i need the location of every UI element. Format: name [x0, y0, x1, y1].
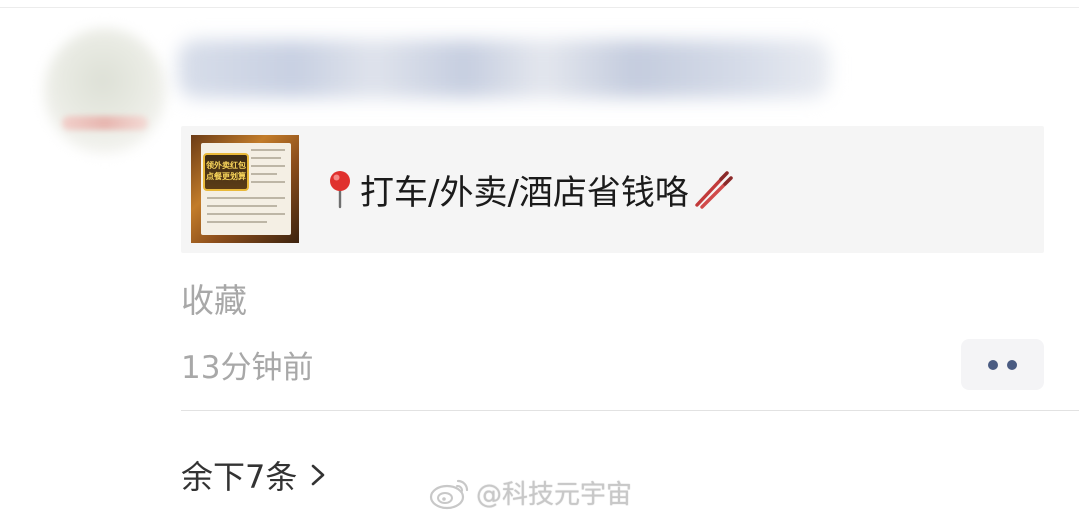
remaining-label: 余下7条: [181, 458, 298, 496]
author-name[interactable]: [178, 40, 830, 98]
chevron-right-icon: [312, 464, 325, 486]
avatar[interactable]: [44, 28, 166, 154]
timestamp: 13分钟前: [181, 350, 314, 386]
post-feed-item: 领外卖红包 点餐更划算 打车/外卖/酒店省钱咯 收藏 13分钟前 余下7条 @科…: [0, 0, 1079, 518]
more-icon: [988, 360, 998, 370]
show-remaining-replies-link[interactable]: 余下7条: [181, 452, 329, 498]
more-icon: [1007, 360, 1017, 370]
avatar-decoration: [62, 116, 148, 130]
thumbnail-badge: 领外卖红包 点餐更划算: [203, 153, 249, 191]
top-divider: [0, 7, 1079, 8]
attachment-card[interactable]: 领外卖红包 点餐更划算 打车/外卖/酒店省钱咯: [181, 126, 1044, 253]
watermark: @科技元宇宙: [428, 474, 632, 511]
attachment-thumbnail: 领外卖红包 点餐更划算: [191, 135, 299, 243]
attachment-title-row: 打车/外卖/酒店省钱咯: [326, 164, 733, 214]
attachment-title: 打车/外卖/酒店省钱咯: [360, 172, 689, 213]
source-label: 收藏: [181, 281, 247, 320]
weibo-logo-icon: [429, 479, 469, 509]
section-divider: [181, 410, 1079, 411]
more-options-button[interactable]: [961, 339, 1044, 390]
chopsticks-icon: [695, 171, 733, 209]
round-pushpin-icon: [330, 171, 350, 209]
watermark-text: @科技元宇宙: [476, 480, 633, 510]
